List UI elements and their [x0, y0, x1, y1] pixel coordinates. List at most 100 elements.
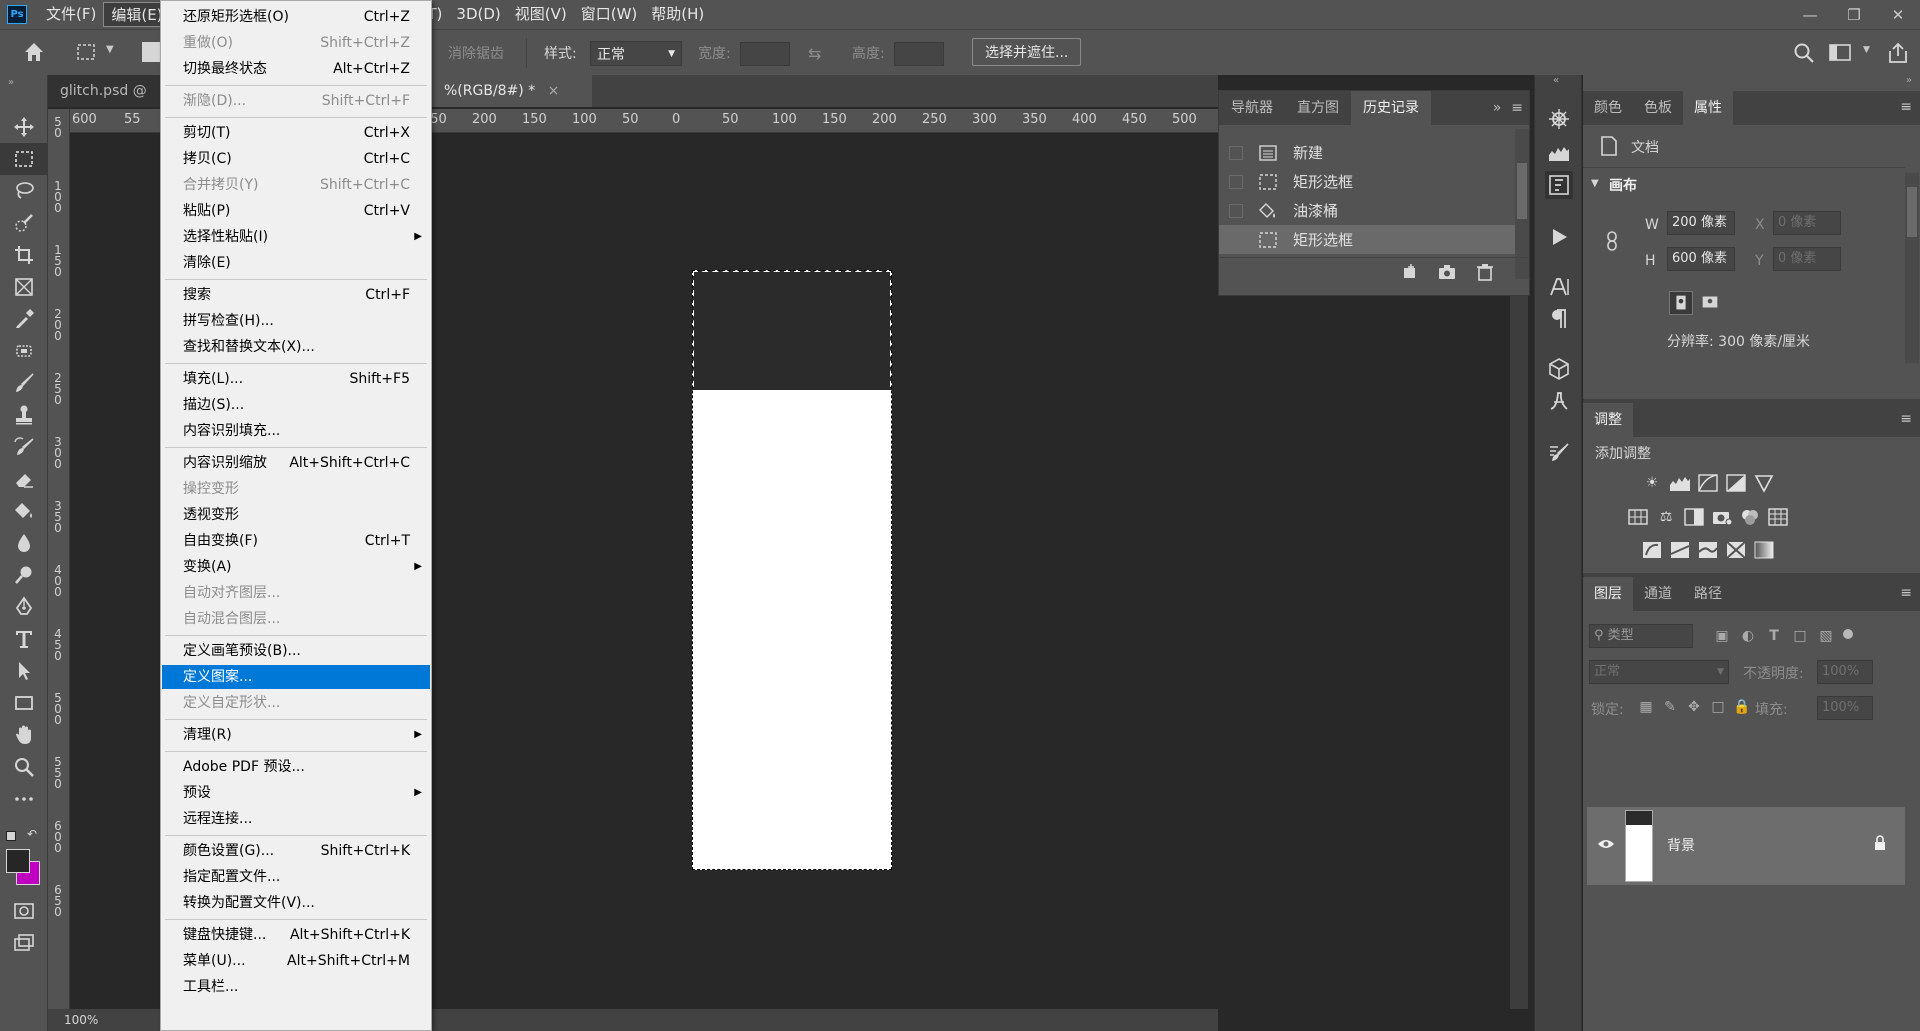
play-actions-icon[interactable]: [1545, 223, 1573, 251]
tab-close-icon[interactable]: ×: [548, 83, 560, 99]
default-colors-icon[interactable]: [6, 831, 16, 841]
new-document-from-state-icon[interactable]: [1401, 263, 1421, 281]
edit-menu-item[interactable]: 清理(R) ▶: [162, 723, 430, 747]
edit-menu-item[interactable]: 填充(L)... Shift+F5: [162, 367, 430, 391]
swap-icon[interactable]: ⇆: [808, 44, 821, 63]
tab-color[interactable]: 颜色: [1583, 91, 1633, 125]
search-icon[interactable]: [1792, 41, 1816, 65]
histogram-icon[interactable]: [1545, 139, 1573, 167]
layer-name[interactable]: 背景: [1667, 835, 1695, 855]
collapse-icon-strip[interactable]: «: [1553, 75, 1559, 86]
eraser-tool-icon[interactable]: [0, 463, 48, 495]
threshold-icon[interactable]: [1697, 540, 1719, 560]
camera-icon[interactable]: [1437, 263, 1457, 281]
filter-toggle-icon[interactable]: [1843, 629, 1853, 639]
edit-menu-item[interactable]: 预设 ▶: [162, 781, 430, 805]
tab-active-doc[interactable]: %(RGB/8#) * ×: [432, 75, 592, 107]
brush-settings-icon[interactable]: [1545, 439, 1573, 467]
glyphs-icon[interactable]: [1545, 387, 1573, 415]
restore-icon[interactable]: ❐: [1832, 0, 1876, 29]
chevron-down-icon[interactable]: ▼: [1591, 178, 1599, 189]
edit-menu-item[interactable]: 还原矩形选框(O) Ctrl+Z: [162, 5, 430, 29]
selective-color-icon[interactable]: [1725, 540, 1747, 560]
filter-shape-icon[interactable]: □: [1789, 626, 1811, 646]
edit-menu-item[interactable]: 指定配置文件...: [162, 865, 430, 889]
photo-filter-icon[interactable]: [1711, 507, 1733, 527]
more-tools-icon[interactable]: [0, 783, 48, 815]
hue-saturation-icon[interactable]: [1627, 507, 1649, 527]
edit-menu-item[interactable]: 内容识别填充...: [162, 419, 430, 443]
edit-menu-item[interactable]: 颜色设置(G)... Shift+Ctrl+K: [162, 839, 430, 863]
portrait-orientation-icon[interactable]: [1669, 291, 1693, 315]
share-icon[interactable]: [1886, 41, 1910, 65]
eye-icon[interactable]: [1597, 837, 1615, 851]
frame-tool-icon[interactable]: [0, 271, 48, 303]
menu-window[interactable]: 窗口(W): [574, 2, 645, 27]
fill-field[interactable]: 100%: [1817, 696, 1873, 720]
history-brush-tool-icon[interactable]: [0, 431, 48, 463]
select-and-mask-button[interactable]: 选择并遮住...: [972, 38, 1082, 66]
workspace-icon[interactable]: [1828, 42, 1852, 64]
healing-brush-tool-icon[interactable]: [0, 335, 48, 367]
lock-transparent-icon[interactable]: ▦: [1635, 697, 1657, 717]
edit-menu-item[interactable]: 内容识别缩放 Alt+Shift+Ctrl+C: [162, 451, 430, 475]
history-checkbox[interactable]: [1229, 232, 1243, 247]
lock-artboard-icon[interactable]: □: [1707, 697, 1729, 717]
lock-pixels-icon[interactable]: ✎: [1659, 697, 1681, 717]
style-select[interactable]: 正常 ▼: [590, 41, 682, 66]
crop-tool-icon[interactable]: [0, 239, 48, 271]
edit-menu-item[interactable]: 拼写检查(H)...: [162, 309, 430, 333]
canvas-width-field[interactable]: 200 像素: [1667, 211, 1735, 235]
path-select-tool-icon[interactable]: [0, 655, 48, 687]
exposure-icon[interactable]: [1725, 473, 1747, 493]
chevron-down-icon[interactable]: ▼: [106, 44, 114, 55]
edit-menu-item[interactable]: 变换(A) ▶: [162, 555, 430, 579]
close-icon[interactable]: ✕: [1876, 0, 1920, 29]
edit-menu-item[interactable]: 操控变形: [162, 477, 430, 501]
menu-help[interactable]: 帮助(H): [644, 2, 711, 27]
layers-scrollbar[interactable]: [1905, 625, 1919, 1025]
panel-menu-icon[interactable]: ≡: [1900, 99, 1912, 115]
edit-menu-item[interactable]: 定义图案...: [162, 665, 430, 689]
edit-menu-item[interactable]: 键盘快捷键... Alt+Shift+Ctrl+K: [162, 923, 430, 947]
type-tool-icon[interactable]: [0, 623, 48, 655]
landscape-orientation-icon[interactable]: [1699, 291, 1723, 315]
rectangle-tool-icon[interactable]: [0, 687, 48, 719]
filter-pixel-icon[interactable]: ▣: [1711, 626, 1733, 646]
tab-navigator[interactable]: 导航器: [1219, 91, 1285, 125]
collapse-toolbar-icon[interactable]: »: [8, 77, 14, 88]
vibrance-icon[interactable]: [1753, 473, 1775, 493]
gradient-map-icon[interactable]: [1753, 540, 1775, 560]
tab-history[interactable]: 历史记录: [1351, 91, 1431, 125]
edit-menu-item[interactable]: 合并拷贝(Y) Shift+Ctrl+C: [162, 173, 430, 197]
collapse-panel-icon[interactable]: »: [1489, 91, 1506, 125]
width-input[interactable]: [740, 42, 790, 66]
channel-mixer-icon[interactable]: [1739, 507, 1761, 527]
panel-menu-icon[interactable]: ≡: [1900, 411, 1912, 427]
edit-menu-item[interactable]: 自动对齐图层...: [162, 581, 430, 605]
edit-menu-item[interactable]: 转换为配置文件(V)...: [162, 891, 430, 915]
layer-row-background[interactable]: 背景: [1587, 807, 1905, 885]
foreground-color-swatch[interactable]: [6, 849, 30, 873]
canvas-height-field[interactable]: 600 像素: [1667, 247, 1735, 271]
quick-select-tool-icon[interactable]: [0, 207, 48, 239]
history-icon[interactable]: [1545, 171, 1573, 199]
lasso-tool-icon[interactable]: [0, 175, 48, 207]
color-lookup-icon[interactable]: [1767, 507, 1789, 527]
edit-menu-item[interactable]: 透视变形: [162, 503, 430, 527]
brightness-icon[interactable]: ☀: [1641, 473, 1663, 493]
paragraph-icon[interactable]: [1545, 305, 1573, 333]
edit-menu-item[interactable]: 自动混合图层...: [162, 607, 430, 631]
screen-mode-icon[interactable]: [0, 927, 48, 959]
edit-menu-item[interactable]: 定义自定形状...: [162, 691, 430, 715]
history-row[interactable]: 矩形选框: [1219, 167, 1515, 196]
layer-filter-select[interactable]: ⚲ 类型: [1589, 624, 1693, 648]
history-checkbox[interactable]: [1229, 203, 1243, 218]
tab-histogram[interactable]: 直方图: [1285, 91, 1351, 125]
edit-menu-item[interactable]: 远程连接...: [162, 807, 430, 831]
history-row[interactable]: 新建: [1219, 138, 1515, 167]
history-row-active[interactable]: 矩形选框: [1219, 225, 1515, 254]
minimize-icon[interactable]: —: [1788, 0, 1832, 29]
eyedropper-tool-icon[interactable]: [0, 303, 48, 335]
edit-menu-item[interactable]: 定义画笔预设(B)...: [162, 639, 430, 663]
